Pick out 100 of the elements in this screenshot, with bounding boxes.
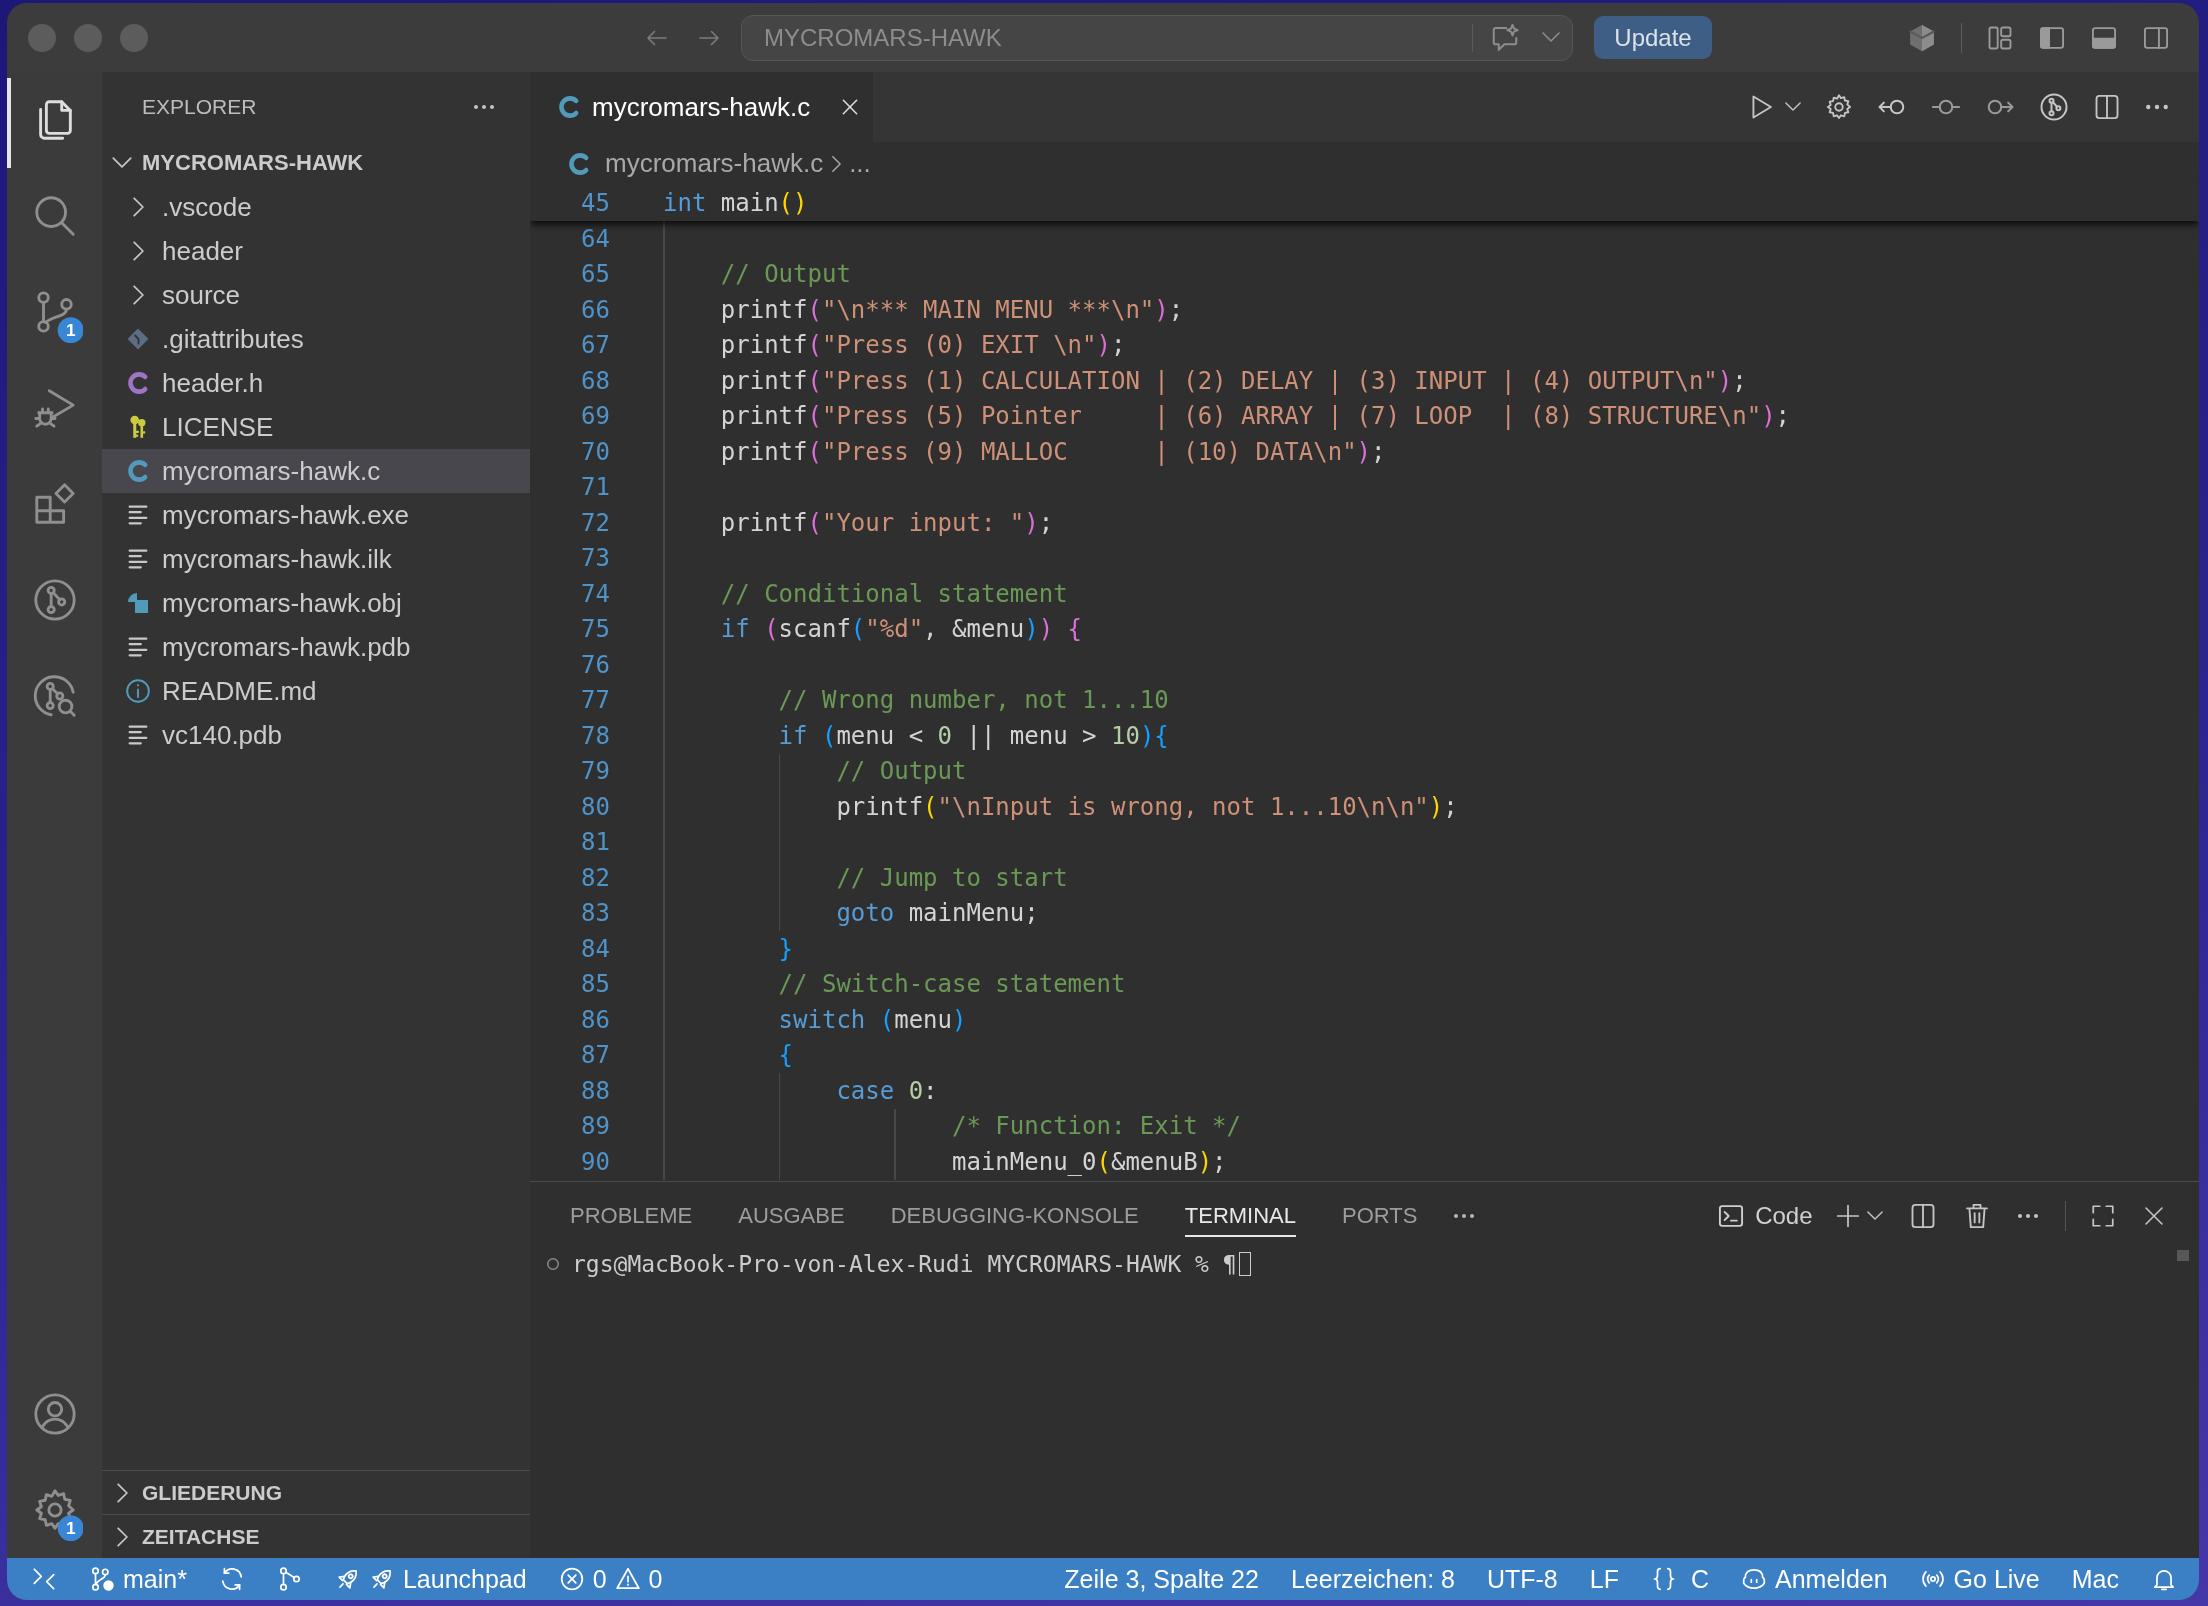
code-line: printf("Press (9) MALLOC | (10) DATA\n"); xyxy=(720,437,1386,466)
panel-tab[interactable]: TERMINAL xyxy=(1184,1195,1297,1237)
go-live-button[interactable]: Go Live xyxy=(1903,1558,2056,1600)
branch-search-icon[interactable] xyxy=(31,673,78,719)
maximize-icon[interactable] xyxy=(2090,1203,2116,1229)
account-icon[interactable] xyxy=(31,1391,78,1437)
tree-item[interactable]: header.h xyxy=(102,361,530,405)
line-number: 81 xyxy=(580,828,610,857)
tree-item[interactable]: .gitattributes xyxy=(102,317,530,361)
folder-header[interactable]: MYCROMARS-HAWK xyxy=(102,141,530,185)
tree-item[interactable]: vc140.pdb xyxy=(102,713,530,757)
branch-circle-icon[interactable] xyxy=(2039,92,2069,122)
line-number: 75 xyxy=(580,615,610,644)
terminal-cursor xyxy=(1238,1252,1251,1276)
code-line: printf("\n*** MAIN MENU ***\n"); xyxy=(720,295,1184,324)
line-number: 72 xyxy=(580,508,610,537)
code-line: printf("Press (1) CALCULATION | (2) DELAY | (3) INPUT | (4) OUTPUT\n"); xyxy=(720,366,1747,395)
warning-icon xyxy=(614,1566,641,1592)
line-number: 88 xyxy=(580,1076,610,1105)
code-line: if (scanf("%d", &menu)) { xyxy=(720,615,1083,644)
branch-button[interactable]: main* xyxy=(73,1558,203,1600)
section-header[interactable]: GLIEDERUNG xyxy=(102,1470,530,1514)
code-line: // Wrong number, not 1...10 xyxy=(778,686,1169,715)
circle-icon xyxy=(546,1257,560,1271)
code-line: /* Function: Exit */ xyxy=(952,1112,1241,1141)
tree-item[interactable]: header xyxy=(102,229,530,273)
code-line: goto mainMenu; xyxy=(836,899,1039,928)
code-line: printf("Press (0) EXIT \n"); xyxy=(720,331,1126,360)
terminal-profile-button[interactable]: Code xyxy=(1717,1202,1813,1230)
line-number: 90 xyxy=(580,1147,610,1176)
panel-tab[interactable]: PROBLEME xyxy=(570,1195,693,1237)
status-item[interactable]: LF xyxy=(1573,1558,1635,1600)
branch-circle-icon[interactable] xyxy=(31,577,78,623)
plus-icon[interactable] xyxy=(1834,1203,1861,1229)
lines-file-icon xyxy=(128,637,148,657)
tree-item[interactable]: .vscode xyxy=(102,185,530,229)
c-file-icon xyxy=(127,460,149,482)
split-icon[interactable] xyxy=(2093,93,2121,121)
panel-tab[interactable]: DEBUGGING-KONSOLE xyxy=(890,1195,1139,1237)
code-line: // Jump to start xyxy=(836,863,1068,892)
tree-item[interactable]: README.md xyxy=(102,669,530,713)
status-item[interactable]: UTF-8 xyxy=(1470,1558,1574,1600)
status-item[interactable]: Mac xyxy=(2055,1558,2135,1600)
tree-item[interactable]: mycromars-hawk.c xyxy=(102,449,530,493)
close-icon[interactable] xyxy=(2142,1204,2166,1228)
line-number: 78 xyxy=(580,721,610,750)
breadcrumb-item[interactable]: mycromars-hawk.c xyxy=(568,148,824,179)
code-line: { xyxy=(778,1041,794,1070)
line-number: 86 xyxy=(580,1005,610,1034)
more-icon[interactable] xyxy=(473,103,495,110)
tree-item[interactable]: mycromars-hawk.ilk xyxy=(102,537,530,581)
code-line: // Output xyxy=(720,260,851,289)
cube-icon[interactable] xyxy=(1906,22,1937,53)
settings-icon[interactable] xyxy=(1825,93,1853,121)
line-number: 84 xyxy=(580,934,610,963)
chat-sparkle-icon[interactable] xyxy=(1490,22,1520,53)
c-file-icon xyxy=(558,96,580,118)
language-button[interactable]: C xyxy=(1634,1558,1725,1600)
terminal-icon xyxy=(1717,1202,1746,1230)
update-button[interactable]: Update xyxy=(1594,16,1712,59)
branch-icon xyxy=(89,1566,115,1592)
panel-tab[interactable]: PORTS xyxy=(1342,1195,1418,1237)
tree-item[interactable]: source xyxy=(102,273,530,317)
chevron-down-icon[interactable] xyxy=(1785,102,1801,112)
c-file-icon xyxy=(127,372,149,394)
problems-button[interactable]: 0 0 xyxy=(542,1558,679,1600)
line-number: 67 xyxy=(580,331,610,360)
more-icon[interactable] xyxy=(2016,1213,2039,1219)
editor-tab[interactable]: mycromars-hawk.c xyxy=(530,72,874,142)
lines-file-icon xyxy=(128,725,148,745)
code-line: // Output xyxy=(836,757,967,786)
robot-face-icon xyxy=(1741,1566,1767,1592)
status-item[interactable]: Leerzeichen: 8 xyxy=(1274,1558,1471,1600)
tree-item[interactable]: mycromars-hawk.pdb xyxy=(102,625,530,669)
line-number: 79 xyxy=(580,757,610,786)
chevron-down-icon[interactable] xyxy=(1866,1211,1883,1221)
shapes-file-icon xyxy=(126,591,150,615)
code-line: } xyxy=(778,934,794,963)
more-icon[interactable] xyxy=(1453,1213,1476,1219)
sign-in-button[interactable]: Anmelden xyxy=(1725,1558,1904,1600)
line-number: 89 xyxy=(580,1112,610,1141)
tree-item[interactable]: LICENSE xyxy=(102,405,530,449)
code-line: switch (menu) xyxy=(778,1005,967,1034)
scroll-position-marker xyxy=(2177,1250,2189,1261)
notification-badge: 1 xyxy=(57,317,84,344)
code-line: int main() xyxy=(663,189,808,217)
line-number: 76 xyxy=(580,650,610,679)
status-item[interactable]: Zeile 3, Spalte 22 xyxy=(1048,1558,1275,1600)
chevrons-icon[interactable] xyxy=(31,1566,57,1592)
more-icon[interactable] xyxy=(2145,104,2169,110)
command-center[interactable]: MYCROMARS-HAWK xyxy=(741,14,1573,61)
launchpad-button[interactable]: Launchpad xyxy=(318,1558,543,1600)
notification-badge: 1 xyxy=(57,1515,84,1542)
tree-item[interactable]: mycromars-hawk.obj xyxy=(102,581,530,625)
line-number: 80 xyxy=(580,792,610,821)
panel-tab[interactable]: AUSGABE xyxy=(738,1195,845,1237)
breadcrumb-item[interactable]: ... xyxy=(849,148,871,179)
line-number: 82 xyxy=(580,863,610,892)
tree-item[interactable]: mycromars-hawk.exe xyxy=(102,493,530,537)
lines-file-icon xyxy=(128,549,148,569)
